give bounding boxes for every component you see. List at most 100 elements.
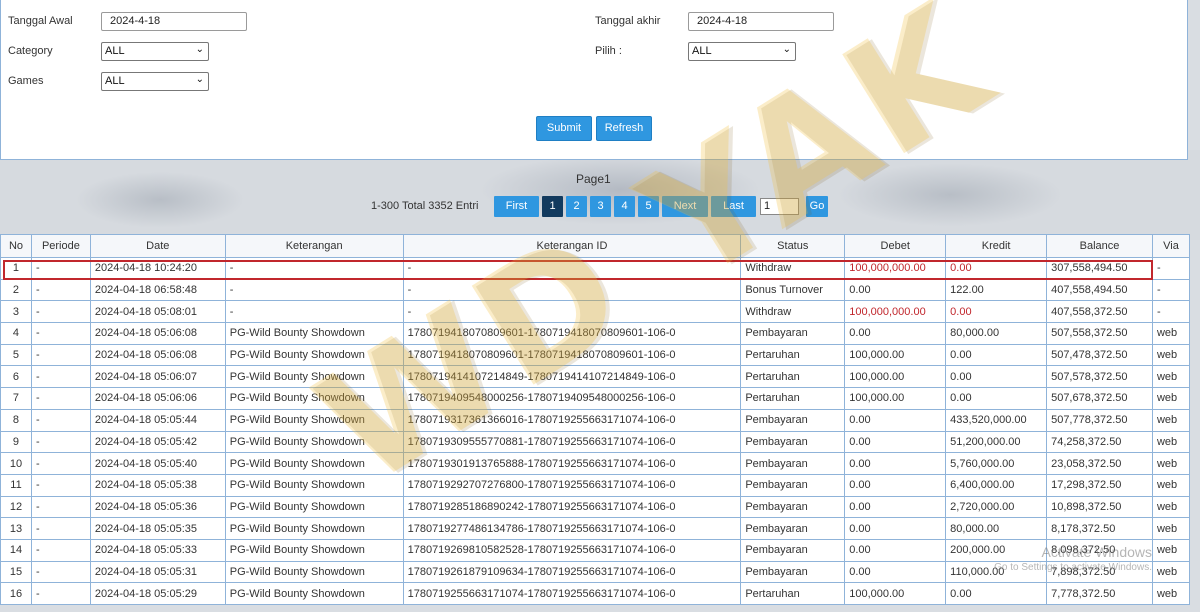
table-row[interactable]: 4-2024-04-18 05:06:08 PG-Wild Bounty Show… xyxy=(0,322,1191,345)
table-row[interactable]: 7-2024-04-18 05:06:06 PG-Wild Bounty Show… xyxy=(0,387,1191,410)
cell-debet: 0.00 xyxy=(844,473,947,497)
cell-periode: - xyxy=(30,300,91,324)
table-row[interactable]: 2-2024-04-18 06:58:48- - Bonus Turnover 0.0… xyxy=(0,278,1191,302)
cell-no: 13 xyxy=(0,517,32,540)
col-header-balance[interactable]: Balance xyxy=(1046,234,1153,258)
cell-keterangan-id: 1780719309555770881-1780719255663171074-… xyxy=(402,430,742,454)
last-page-button[interactable]: Last xyxy=(711,196,756,217)
table-row[interactable]: 14-2024-04-18 05:05:33 PG-Wild Bounty Sho… xyxy=(0,538,1191,562)
col-header-debet[interactable]: Debet xyxy=(844,234,947,258)
cell-no: 15 xyxy=(0,560,32,584)
table-row[interactable]: 1-2024-04-18 10:24:20- - Withdraw 100,000,0… xyxy=(0,257,1191,280)
cell-via: - xyxy=(1151,300,1191,324)
page-button-2[interactable]: 2 xyxy=(566,196,587,217)
page-number-input[interactable]: 1 xyxy=(760,198,799,215)
tanggal-akhir-input[interactable]: 2024-4-18 xyxy=(688,12,834,31)
col-header-date[interactable]: Date xyxy=(89,234,226,258)
cell-debet: 0.00 xyxy=(844,430,947,454)
next-page-button[interactable]: Next xyxy=(662,196,708,217)
category-select[interactable]: ALL ⌄ xyxy=(101,42,209,61)
cell-keterangan: PG-Wild Bounty Showdown xyxy=(224,322,404,345)
games-select[interactable]: ALL ⌄ xyxy=(101,72,209,91)
activate-windows-hint: Go to Settings to activate Windows. xyxy=(994,562,1152,573)
cell-keterangan: PG-Wild Bounty Showdown xyxy=(224,452,404,475)
cell-via: - xyxy=(1151,257,1191,280)
col-header-kredit[interactable]: Kredit xyxy=(945,234,1048,258)
cell-status: Pembayaran xyxy=(740,408,846,432)
cell-balance: 8,178,372.50 xyxy=(1046,517,1153,540)
cell-keterangan: PG-Wild Bounty Showdown xyxy=(224,365,404,389)
table-row[interactable]: 10-2024-04-18 05:05:40 PG-Wild Bounty Sho… xyxy=(0,452,1191,475)
cell-periode: - xyxy=(30,582,91,605)
cell-keterangan: - xyxy=(224,257,404,280)
table-row[interactable]: 13-2024-04-18 05:05:35 PG-Wild Bounty Sho… xyxy=(0,517,1191,540)
cell-status: Pembayaran xyxy=(740,430,846,454)
cell-date: 2024-04-18 05:06:08 xyxy=(89,322,226,345)
col-header-periode[interactable]: Periode xyxy=(30,234,91,258)
page-button-3[interactable]: 3 xyxy=(590,196,611,217)
page-button-1[interactable]: 1 xyxy=(542,196,563,217)
chevron-down-icon: ⌄ xyxy=(782,44,791,55)
table-row[interactable]: 16-2024-04-18 05:05:29 PG-Wild Bounty Sho… xyxy=(0,582,1191,605)
table-row[interactable]: 9-2024-04-18 05:05:42 PG-Wild Bounty Show… xyxy=(0,430,1191,454)
cell-via: web xyxy=(1151,343,1191,367)
cell-periode: - xyxy=(30,365,91,389)
cell-via: web xyxy=(1151,538,1191,562)
cell-periode: - xyxy=(30,517,91,540)
table-row[interactable]: 11-2024-04-18 05:05:38 PG-Wild Bounty Sho… xyxy=(0,473,1191,497)
cell-keterangan-id: - xyxy=(402,278,742,302)
go-button[interactable]: Go xyxy=(806,196,828,217)
cell-keterangan-id: 1780719414107214849-1780719414107214849-… xyxy=(402,365,742,389)
cell-via: web xyxy=(1151,582,1191,605)
col-header-via[interactable]: Via xyxy=(1151,234,1191,258)
cell-keterangan: PG-Wild Bounty Showdown xyxy=(224,387,404,410)
cell-date: 2024-04-18 05:05:44 xyxy=(89,408,226,432)
submit-button[interactable]: Submit xyxy=(536,116,592,141)
col-header-keterangan-id[interactable]: Keterangan ID xyxy=(402,234,742,258)
cell-balance: 74,258,372.50 xyxy=(1046,430,1153,454)
pilih-select[interactable]: ALL ⌄ xyxy=(688,42,796,61)
cell-status: Pembayaran xyxy=(740,560,846,584)
cell-keterangan-id: 1780719301913765888-1780719255663171074-… xyxy=(402,452,742,475)
cell-status: Pembayaran xyxy=(740,495,846,519)
table-row[interactable]: 8-2024-04-18 05:05:44 PG-Wild Bounty Show… xyxy=(0,408,1191,432)
cell-debet: 0.00 xyxy=(844,560,947,584)
cell-balance: 507,558,372.50 xyxy=(1046,322,1153,345)
cell-balance: 307,558,494.50 xyxy=(1046,257,1153,280)
cell-no: 5 xyxy=(0,343,32,367)
table-row[interactable]: 12-2024-04-18 05:05:36 PG-Wild Bounty Sho… xyxy=(0,495,1191,519)
cell-date: 2024-04-18 05:06:07 xyxy=(89,365,226,389)
cell-keterangan: PG-Wild Bounty Showdown xyxy=(224,408,404,432)
cell-keterangan-id: 1780719255663171074-1780719255663171074-… xyxy=(402,582,742,605)
category-value: ALL xyxy=(105,45,125,57)
table-row[interactable]: 3-2024-04-18 05:08:01- - Withdraw 100,000,0… xyxy=(0,300,1191,324)
col-header-no[interactable]: No xyxy=(0,234,32,258)
cell-via: web xyxy=(1151,322,1191,345)
cell-debet: 100,000,000.00 xyxy=(844,300,947,324)
cell-keterangan: PG-Wild Bounty Showdown xyxy=(224,582,404,605)
cell-no: 11 xyxy=(0,473,32,497)
pilih-value: ALL xyxy=(692,45,712,57)
cell-kredit: 51,200,000.00 xyxy=(945,430,1048,454)
col-header-status[interactable]: Status xyxy=(740,234,846,258)
refresh-button[interactable]: Refresh xyxy=(596,116,652,141)
cell-keterangan-id: 1780719418070809601-1780719418070809601-… xyxy=(402,343,742,367)
cell-kredit: 80,000.00 xyxy=(945,322,1048,345)
cell-kredit: 80,000.00 xyxy=(945,517,1048,540)
page-button-4[interactable]: 4 xyxy=(614,196,635,217)
cell-kredit: 0.00 xyxy=(945,343,1048,367)
cell-status: Pertaruhan xyxy=(740,582,846,605)
first-page-button[interactable]: First xyxy=(494,196,539,217)
cell-keterangan: PG-Wild Bounty Showdown xyxy=(224,495,404,519)
table-row[interactable]: 5-2024-04-18 05:06:08 PG-Wild Bounty Show… xyxy=(0,343,1191,367)
pagination: Page1 1-300 Total 3352 Entri First 1 2 3… xyxy=(0,165,1200,225)
col-header-keterangan[interactable]: Keterangan xyxy=(224,234,404,258)
cell-kredit: 433,520,000.00 xyxy=(945,408,1048,432)
page-button-5[interactable]: 5 xyxy=(638,196,659,217)
table-row[interactable]: 6-2024-04-18 05:06:07 PG-Wild Bounty Show… xyxy=(0,365,1191,389)
cell-debet: 100,000.00 xyxy=(844,343,947,367)
cell-keterangan: PG-Wild Bounty Showdown xyxy=(224,343,404,367)
tanggal-awal-input[interactable]: 2024-4-18 xyxy=(101,12,247,31)
cell-balance: 407,558,372.50 xyxy=(1046,300,1153,324)
cell-no: 6 xyxy=(0,365,32,389)
